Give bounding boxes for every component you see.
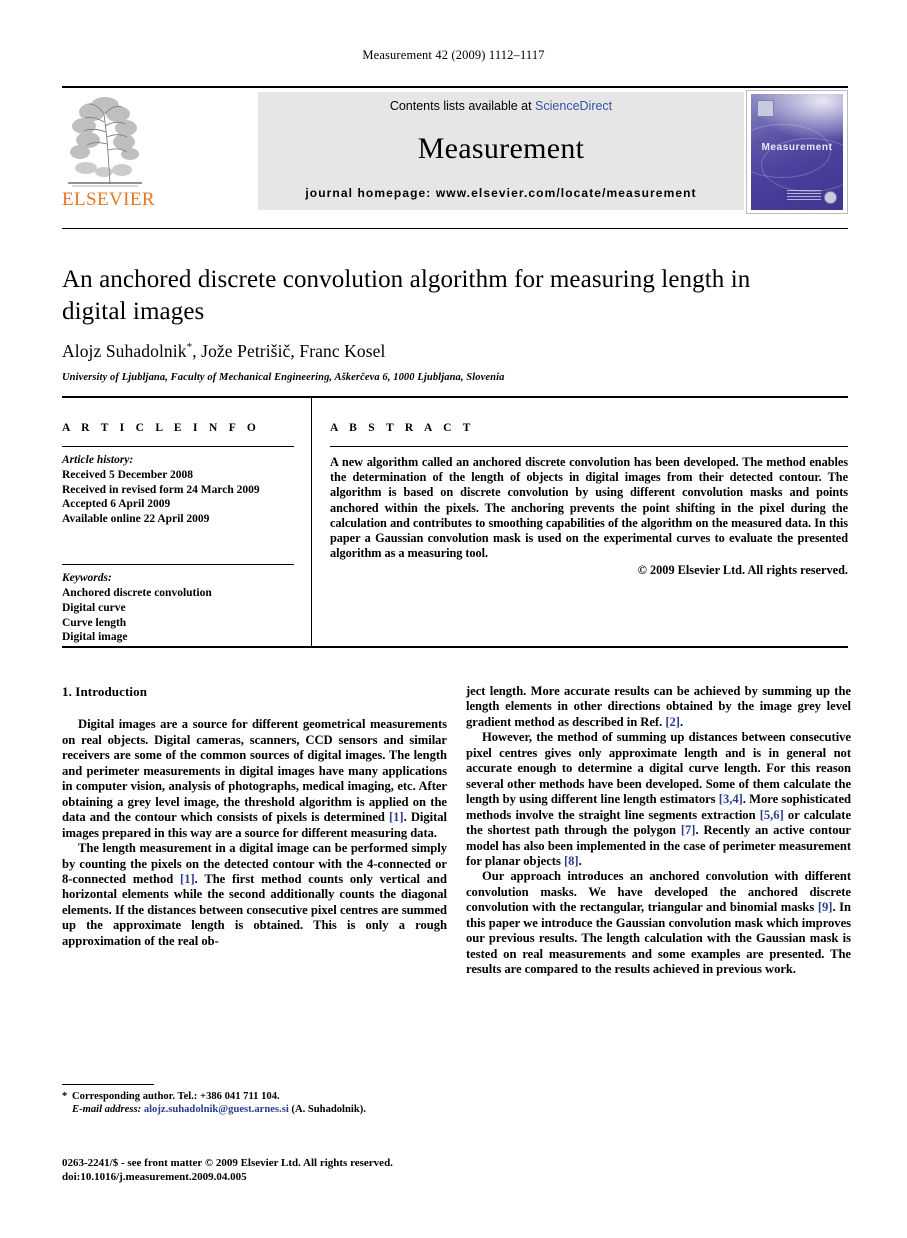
section-heading-introduction: 1. Introduction: [62, 684, 148, 699]
journal-cover-art: Measurement: [751, 94, 843, 210]
footnote-marker: *: [62, 1091, 68, 1102]
masthead-bottom-rule: [62, 228, 848, 229]
info-abstract-divider: [311, 398, 312, 646]
body-paragraph: ject length. More accurate results can b…: [466, 684, 851, 729]
keyword-item: Digital image: [62, 631, 128, 644]
article-history-item: Available online 22 April 2009: [62, 512, 210, 525]
body-column-left: 1. Introduction Digital images are a sou…: [62, 684, 447, 949]
footnote-rule: [62, 1084, 154, 1085]
doi-line: doi:10.1016/j.measurement.2009.04.005: [62, 1170, 247, 1183]
keywords-rule: [62, 564, 294, 566]
keyword-item: Anchored discrete convolution: [62, 587, 212, 600]
contents-bar: Contents lists available at ScienceDirec…: [258, 92, 744, 210]
citation-reference[interactable]: [7]: [681, 823, 696, 837]
citation-reference[interactable]: [3,4]: [719, 792, 743, 806]
journal-cover-thumbnail: Measurement: [746, 90, 848, 214]
cover-publisher-logo-icon: [757, 100, 774, 117]
citation-reference[interactable]: [1]: [180, 872, 195, 886]
abstract-text: A new algorithm called an anchored discr…: [330, 455, 848, 561]
body-paragraph: Digital images are a source for differen…: [62, 717, 448, 840]
cover-seal-icon: [824, 191, 837, 204]
body-paragraph: However, the method of summing up distan…: [466, 730, 851, 868]
article-history-item: Accepted 6 April 2009: [62, 498, 171, 511]
journal-masthead: ELSEVIER Contents lists available at Sci…: [62, 90, 848, 214]
masthead-top-rule: [62, 86, 848, 88]
info-bottom-rule: [62, 646, 848, 648]
info-top-rule: [62, 396, 848, 398]
page-title: An anchored discrete convolution algorit…: [62, 266, 751, 325]
issn-line: 0263-2241/$ - see front matter © 2009 El…: [62, 1157, 393, 1169]
journal-title: Measurement: [417, 132, 585, 165]
footnote-body: Corresponding author. Tel.: +386 041 711…: [62, 1090, 447, 1117]
footnote-email-owner: (A. Suhadolnik).: [291, 1104, 366, 1116]
sciencedirect-link[interactable]: ScienceDirect: [535, 99, 612, 113]
keyword-item: Digital curve: [62, 601, 126, 614]
footnote-email-label: E-mail address:: [72, 1104, 142, 1116]
footnote-email-line: E-mail address: alojz.suhadolnik@guest.a…: [72, 1103, 447, 1116]
abstract-copyright: © 2009 Elsevier Ltd. All rights reserved…: [637, 563, 848, 578]
article-info-column: A R T I C L E I N F O Article history: R…: [62, 422, 294, 645]
body-column-right: ject length. More accurate results can b…: [466, 684, 851, 978]
article-history-item: Received in revised form 24 March 2009: [62, 483, 260, 496]
corresponding-author-footnote: * Corresponding author. Tel.: +386 041 7…: [62, 1090, 447, 1117]
citation-reference[interactable]: [2]: [665, 715, 680, 729]
article-page: Measurement 42 (2009) 1112–1117 ELSEVIER…: [0, 0, 907, 1238]
abstract-rule: [330, 446, 848, 447]
abstract-column: A B S T R A C T A new algorithm called a…: [330, 422, 848, 579]
running-head: Measurement 42 (2009) 1112–1117: [362, 48, 545, 62]
author-list: Alojz Suhadolnik*, Jože Petrišič, Franc …: [62, 341, 386, 361]
footnote-corresponding-line: Corresponding author. Tel.: +386 041 711…: [72, 1091, 280, 1102]
abstract-label: A B S T R A C T: [330, 422, 475, 434]
contents-available-line: Contents lists available at ScienceDirec…: [258, 99, 744, 113]
citation-reference[interactable]: [1]: [389, 810, 404, 824]
contents-prefix: Contents lists available at: [389, 99, 536, 113]
body-paragraph: Our approach introduces an anchored conv…: [466, 869, 851, 977]
article-history-heading: Article history:: [62, 454, 134, 466]
footnote-email-link[interactable]: alojz.suhadolnik@guest.arnes.si: [144, 1104, 289, 1115]
cover-subtitle-lines: [787, 190, 821, 203]
body-paragraph: The length measurement in a digital imag…: [62, 841, 447, 948]
affiliation: University of Ljubljana, Faculty of Mech…: [62, 372, 505, 383]
article-info-rule: [62, 446, 294, 447]
keyword-item: Curve length: [62, 616, 127, 629]
citation-reference[interactable]: [8]: [564, 854, 579, 868]
article-info-label: A R T I C L E I N F O: [62, 422, 261, 434]
elsevier-tree-icon: [64, 92, 146, 188]
citation-reference[interactable]: [5,6]: [760, 808, 784, 822]
journal-homepage-link[interactable]: journal homepage: www.elsevier.com/locat…: [258, 186, 744, 200]
citation-reference[interactable]: [9]: [818, 900, 833, 914]
cover-journal-title: Measurement: [761, 142, 833, 153]
elsevier-logo: ELSEVIER: [62, 92, 155, 214]
keywords-heading: Keywords:: [62, 572, 112, 585]
imprint-block: 0263-2241/$ - see front matter © 2009 El…: [62, 1157, 482, 1184]
article-history-item: Received 5 December 2008: [62, 469, 194, 481]
elsevier-wordmark: ELSEVIER: [62, 189, 155, 210]
corresponding-author-marker: *: [186, 341, 193, 354]
